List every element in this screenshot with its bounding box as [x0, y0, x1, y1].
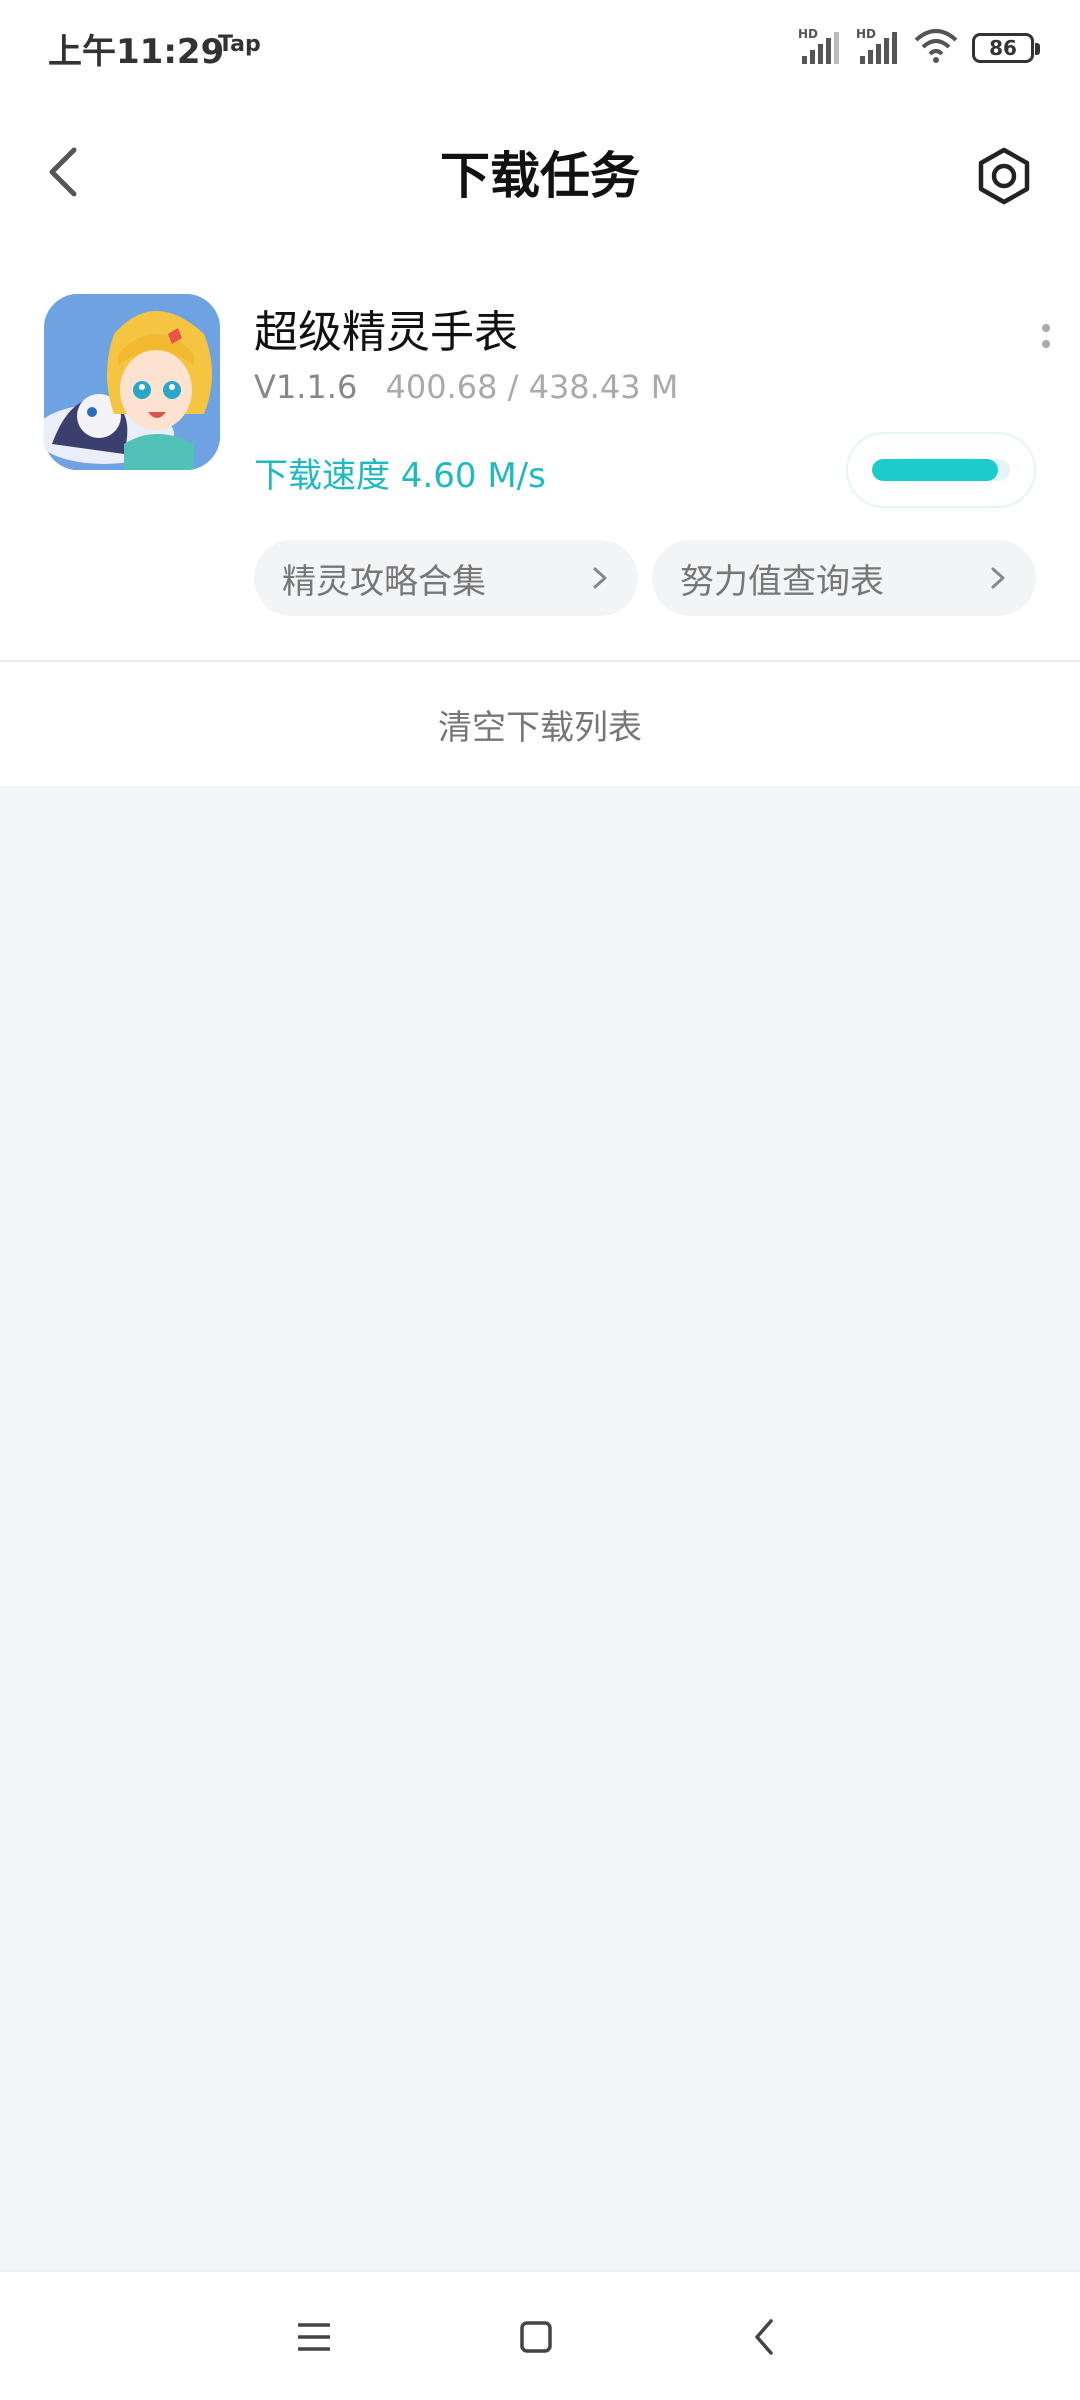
- app-icon-art: [44, 294, 220, 470]
- status-bar: 上午11:29 Tap HD HD 86: [0, 0, 1080, 96]
- chevron-left-icon: [755, 2319, 773, 2355]
- page-title: 下载任务: [440, 147, 640, 205]
- progress-track: [872, 459, 1010, 481]
- square-home-icon: [520, 2321, 552, 2353]
- home-button[interactable]: [496, 2302, 576, 2372]
- header: 下载任务: [0, 96, 1080, 246]
- guide-collection-link[interactable]: 精灵攻略合集: [254, 540, 638, 616]
- signal-icon: HD: [798, 26, 842, 70]
- guide-collection-label: 精灵攻略合集: [282, 561, 486, 602]
- chevron-right-icon: [593, 567, 607, 589]
- chevron-right-icon: [991, 567, 1005, 589]
- hexagon-settings-icon: [978, 147, 1030, 205]
- menu-icon: [298, 2323, 330, 2351]
- effort-value-label: 努力值查询表: [680, 561, 884, 602]
- status-app-label: Tap: [218, 32, 261, 57]
- battery-indicator: 86: [972, 33, 1040, 63]
- more-dot-icon: [1042, 340, 1050, 348]
- status-icons: HD HD 86: [798, 26, 1040, 70]
- version-row: V1.1.6 400.68 / 438.43 M: [254, 368, 678, 406]
- more-options-button[interactable]: [1026, 306, 1066, 366]
- clear-download-list-button[interactable]: 清空下载列表: [438, 700, 642, 749]
- app-icon[interactable]: [44, 294, 220, 470]
- hd-label: HD: [798, 27, 818, 41]
- wifi-icon: [914, 28, 958, 68]
- download-speed: 下载速度 4.60 M/s: [254, 456, 546, 496]
- app-version: V1.1.6: [254, 368, 358, 406]
- signal-icon: HD: [856, 26, 900, 70]
- recent-apps-button[interactable]: [274, 2302, 354, 2372]
- hd-label: HD: [856, 27, 876, 41]
- clear-list-row: 清空下载列表: [0, 662, 1080, 786]
- download-card: 超级精灵手表 V1.1.6 400.68 / 438.43 M 下载速度 4.6…: [0, 246, 1080, 660]
- status-time: 上午11:29: [48, 32, 225, 72]
- app-name: 超级精灵手表: [254, 307, 518, 358]
- settings-button[interactable]: [964, 136, 1044, 216]
- download-size: 400.68 / 438.43 M: [385, 368, 679, 406]
- system-nav-bar: [0, 2270, 1080, 2400]
- progress-fill: [872, 459, 999, 481]
- download-progress-button[interactable]: [846, 432, 1036, 508]
- more-dot-icon: [1042, 324, 1050, 332]
- system-back-button[interactable]: [724, 2302, 804, 2372]
- effort-value-link[interactable]: 努力值查询表: [652, 540, 1036, 616]
